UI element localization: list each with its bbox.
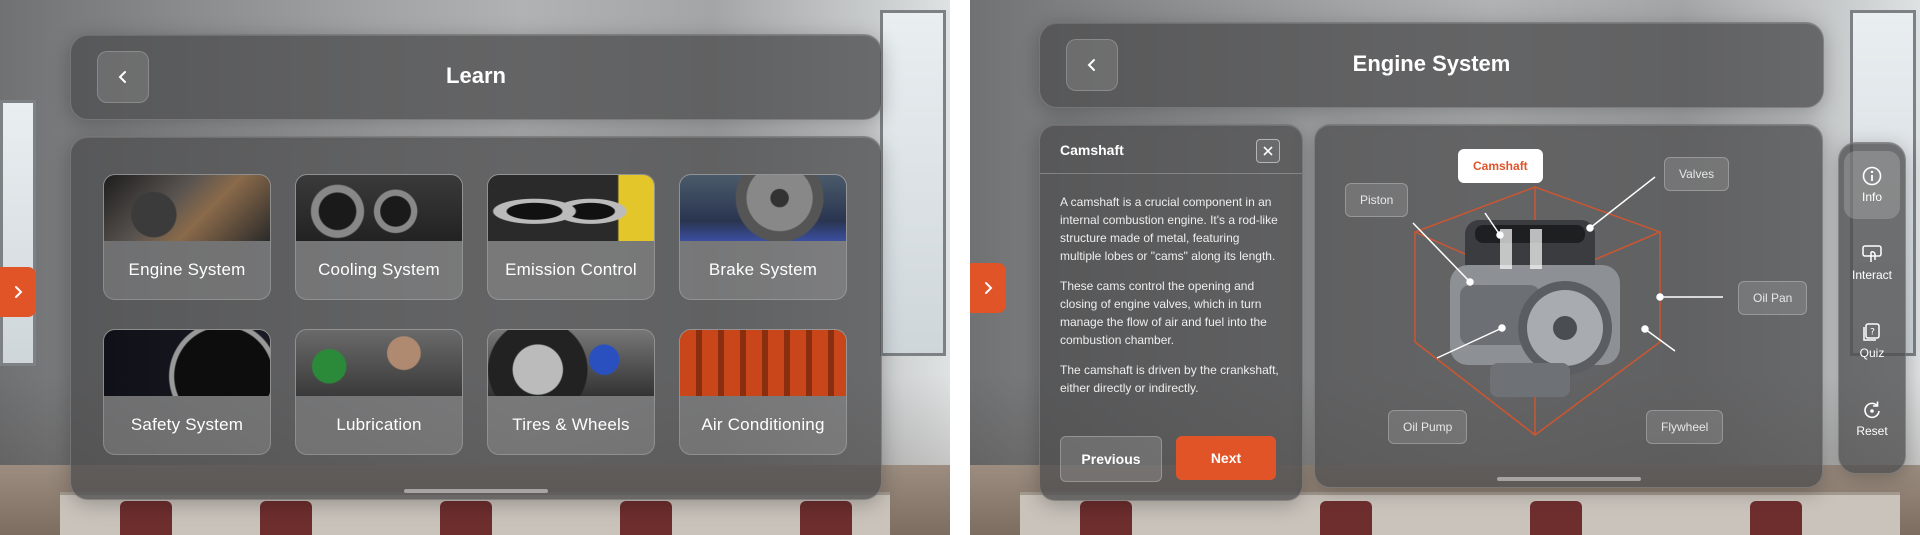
label-oil-pump[interactable]: Oil Pump [1388,410,1468,444]
category-card-brake[interactable]: Brake System [679,174,847,300]
scroll-indicator[interactable] [404,489,548,493]
rail-label: Info [1861,190,1882,204]
label-valves[interactable]: Valves [1664,157,1730,191]
engine-thumbnail [104,175,270,241]
lubrication-thumbnail [296,330,462,396]
brake-thumbnail [680,175,846,241]
label-oil-pan[interactable]: Oil Pan [1738,281,1808,315]
ac-thumbnail [680,330,846,396]
divider [1040,173,1302,174]
category-card-engine[interactable]: Engine System [103,174,271,300]
label-camshaft[interactable]: Camshaft [1458,149,1543,183]
category-card-ac[interactable]: Air Conditioning [679,329,847,455]
category-label: Engine System [128,260,246,279]
category-label: Tires & Wheels [512,415,630,434]
cooling-thumbnail [296,175,462,241]
category-card-tires[interactable]: Tires & Wheels [487,329,655,455]
label-piston[interactable]: Piston [1345,183,1409,217]
scroll-indicator[interactable] [1497,477,1641,481]
interact-icon [1862,245,1882,262]
info-card: Camshaft A camshaft is a crucial compone… [1039,124,1303,501]
chevron-right-icon [985,282,993,294]
tires-thumbnail [488,330,654,396]
rail-label: Quiz [1859,346,1885,360]
engine-body [1450,220,1620,397]
info-card-title: Camshaft [1060,142,1124,158]
rail-quiz[interactable]: ? Quiz [1844,309,1900,373]
rail-reset[interactable]: Reset [1844,387,1900,451]
chevron-right-icon [15,286,23,298]
category-grid-panel: Engine System Cooling System Emission Co… [70,136,882,500]
expand-side-tab[interactable] [970,263,1006,313]
category-card-cooling[interactable]: Cooling System [295,174,463,300]
category-label: Safety System [130,415,244,434]
category-card-safety[interactable]: Safety System [103,329,271,455]
label-flywheel[interactable]: Flywheel [1646,410,1724,444]
rail-info[interactable]: Info [1844,151,1900,219]
expand-side-tab[interactable] [0,267,36,317]
svg-text:?: ? [1870,328,1875,338]
engine-header-bar: Engine System [1039,22,1824,108]
learn-header-bar: Learn [70,34,882,120]
category-card-lubrication[interactable]: Lubrication [295,329,463,455]
safety-thumbnail [104,330,270,396]
category-label: Air Conditioning [701,415,825,434]
category-label: Brake System [708,260,818,279]
close-icon [1263,146,1273,156]
info-card-body: A camshaft is a crucial component in an … [1060,193,1284,409]
emission-thumbnail [488,175,654,241]
tool-rail: Info Interact ? Quiz Reset [1838,142,1906,474]
info-icon [1862,166,1882,186]
rail-interact[interactable]: Interact [1844,231,1900,295]
category-card-emission[interactable]: Emission Control [487,174,655,300]
description-paragraph: These cams control the opening and closi… [1060,279,1267,347]
category-label: Cooling System [318,260,440,279]
close-button[interactable] [1256,139,1280,163]
reset-icon [1864,401,1880,419]
rail-label: Interact [1851,268,1893,282]
description-paragraph: A camshaft is a crucial component in an … [1060,195,1278,263]
quiz-icon: ? [1863,323,1880,341]
description-paragraph: The camshaft is driven by the crankshaft… [1060,363,1279,395]
category-label: Emission Control [505,260,637,279]
category-label: Lubrication [336,415,422,434]
previous-button[interactable]: Previous [1060,436,1162,482]
page-title: Engine System [1352,51,1511,76]
page-title: Learn [446,63,506,88]
next-button[interactable]: Next [1176,436,1276,480]
rail-label: Reset [1856,424,1888,438]
engine-viewer-panel: Camshaft Valves Piston Oil Pan Oil Pump … [1314,124,1823,488]
